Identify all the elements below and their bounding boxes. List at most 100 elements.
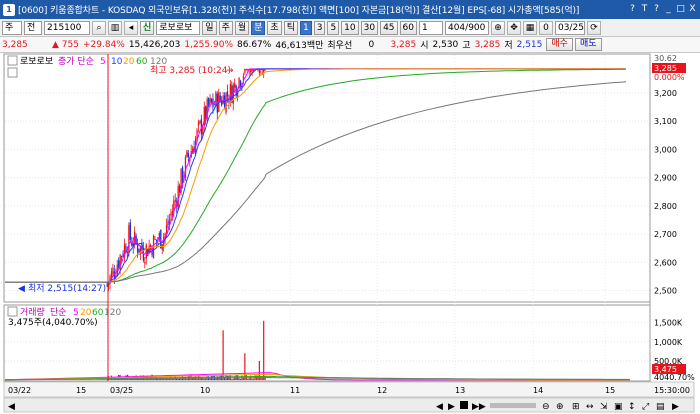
- open-label: 시: [420, 41, 429, 51]
- candle: [155, 239, 158, 242]
- legend-stock-name: 로보로보: [20, 56, 53, 67]
- minimize-button[interactable]: _: [663, 2, 674, 16]
- volume-percent: 1,255.90%: [184, 39, 233, 50]
- x-axis-label: 13: [455, 386, 465, 395]
- stock-code-input[interactable]: 215100: [44, 20, 90, 35]
- sell-button[interactable]: 매도: [574, 38, 602, 51]
- period-second[interactable]: 초: [267, 20, 282, 35]
- chart-tool-icon-1[interactable]: ⊞: [572, 402, 580, 412]
- candle: [121, 256, 123, 258]
- stop-button[interactable]: [460, 401, 468, 409]
- help-icon[interactable]: ?: [627, 2, 638, 16]
- high-label: 고: [462, 41, 471, 51]
- chart-area[interactable]: 로보로보 증가 단순 5 10 20 60 120 최고 3,285 (10:2…: [0, 53, 700, 414]
- mode-select[interactable]: 전: [24, 20, 42, 35]
- period-minute[interactable]: 분: [251, 20, 266, 35]
- svg-text:◀: ◀: [18, 284, 25, 294]
- zoom-minus-icon[interactable]: ⊖: [542, 402, 550, 412]
- interval-10[interactable]: 10: [341, 20, 359, 35]
- interval-60[interactable]: 60: [399, 20, 417, 35]
- scroll-right-step[interactable]: ▶: [448, 402, 455, 412]
- volume-title: 거래량: [20, 306, 45, 318]
- candle: [144, 261, 146, 264]
- zoom-icon[interactable]: ⊕: [490, 20, 505, 35]
- chart-tool-icon-2[interactable]: ↔: [586, 402, 594, 412]
- volume-collapse-icon[interactable]: [7, 306, 18, 317]
- x-axis-strip: [3, 381, 695, 398]
- candle: [160, 229, 162, 249]
- period-week[interactable]: 주: [218, 20, 233, 35]
- x-axis-label: 14: [533, 386, 543, 395]
- scroll-right-button[interactable]: ▶: [672, 402, 679, 412]
- interval-1[interactable]: 1: [299, 20, 312, 35]
- volume-ratio: 86.67%: [237, 39, 272, 50]
- volume-bar: [247, 378, 249, 380]
- candle: [209, 97, 211, 104]
- priority-value: 0: [368, 39, 375, 50]
- volume-bar: [244, 353, 246, 380]
- vol-ma-5: 5: [73, 308, 79, 318]
- period-day[interactable]: 일: [202, 20, 217, 35]
- candle: [228, 100, 230, 103]
- vol-ma-120: 120: [104, 308, 121, 318]
- interval-45[interactable]: 45: [380, 20, 398, 35]
- candle: [244, 68, 246, 73]
- refresh-icon[interactable]: ⟳: [586, 20, 601, 35]
- volume-value: 15,426,203: [128, 39, 181, 50]
- chart-svg[interactable]: 로보로보 증가 단순 5 10 20 60 120 최고 3,285 (10:2…: [0, 53, 700, 414]
- axis-label-2500: 2,500: [654, 287, 677, 296]
- info-icon[interactable]: ?: [651, 2, 662, 16]
- legend-ma-20: 20: [123, 57, 135, 67]
- candle: [208, 98, 210, 106]
- current-volume-text: 3,475주(4,040.70%): [8, 317, 98, 328]
- high-annotation: 최고 3,285 (10:24): [150, 65, 231, 76]
- candle: [174, 199, 176, 202]
- svg-text:→: →: [226, 66, 234, 76]
- text-icon[interactable]: T: [639, 2, 650, 16]
- candle: [197, 122, 200, 126]
- play-button[interactable]: ▶▶: [472, 402, 486, 412]
- zoom-plus-icon[interactable]: ⊕: [556, 402, 564, 412]
- grid-icon[interactable]: ▦: [522, 20, 537, 35]
- date-checkbox[interactable]: 0: [538, 20, 553, 35]
- chart-tool-icon-5[interactable]: ↕: [628, 402, 636, 412]
- bars-icon[interactable]: ▥: [108, 20, 122, 35]
- axis-label-2700: 2,700: [654, 230, 677, 239]
- interval-5[interactable]: 5: [327, 20, 340, 35]
- volume-bar: [239, 378, 242, 380]
- volume-bar: [232, 378, 234, 380]
- panel-collapse-icon[interactable]: [7, 55, 18, 66]
- window-controls: ? T ? _ □ X: [627, 2, 698, 16]
- candle: [112, 267, 114, 275]
- panel-settings-icon[interactable]: [7, 67, 18, 78]
- close-button[interactable]: X: [687, 2, 698, 16]
- sound-icon[interactable]: ◂: [124, 20, 138, 35]
- period-month[interactable]: 월: [234, 20, 250, 35]
- candle: [138, 248, 140, 253]
- search-icon[interactable]: ⌕: [92, 20, 106, 35]
- buy-button[interactable]: 매수: [546, 38, 573, 51]
- priority-label: 최우선: [327, 41, 353, 51]
- market-select[interactable]: 주: [2, 20, 22, 35]
- date-input[interactable]: 03/25: [554, 20, 585, 35]
- scroll-left-step[interactable]: ◀: [436, 402, 443, 412]
- multiplier-select[interactable]: 1: [418, 20, 443, 35]
- maximize-button[interactable]: □: [675, 2, 686, 16]
- window-title: [0600] 키움종합차트 - KOSDAQ 외국인보유[1.328(천)] 주…: [18, 6, 580, 16]
- crosshair-icon[interactable]: ✥: [506, 20, 521, 35]
- interval-3[interactable]: 3: [313, 20, 326, 35]
- period-tick[interactable]: 틱: [283, 20, 298, 35]
- trade-amount: 46,613백만: [275, 41, 324, 51]
- chart-tool-icon-3[interactable]: ⇲: [600, 402, 608, 412]
- scroll-left-button[interactable]: ◀: [8, 402, 15, 412]
- x-axis-label: 10: [200, 386, 210, 395]
- candle: [165, 225, 168, 234]
- chart-tool-icon-6[interactable]: ⤢: [641, 402, 649, 412]
- zoom-slider[interactable]: [490, 403, 536, 408]
- axis-label-pct: 0.000%: [654, 73, 685, 82]
- chart-tool-icon-4[interactable]: ▣: [614, 402, 623, 412]
- chart-tool-icon-7[interactable]: ▤: [656, 402, 665, 412]
- candle: [239, 80, 242, 87]
- interval-30[interactable]: 30: [360, 20, 379, 35]
- price-axis: 30.62 3,285 0.000% 3,200 3,100 3,000 2,900 2…: [652, 54, 686, 296]
